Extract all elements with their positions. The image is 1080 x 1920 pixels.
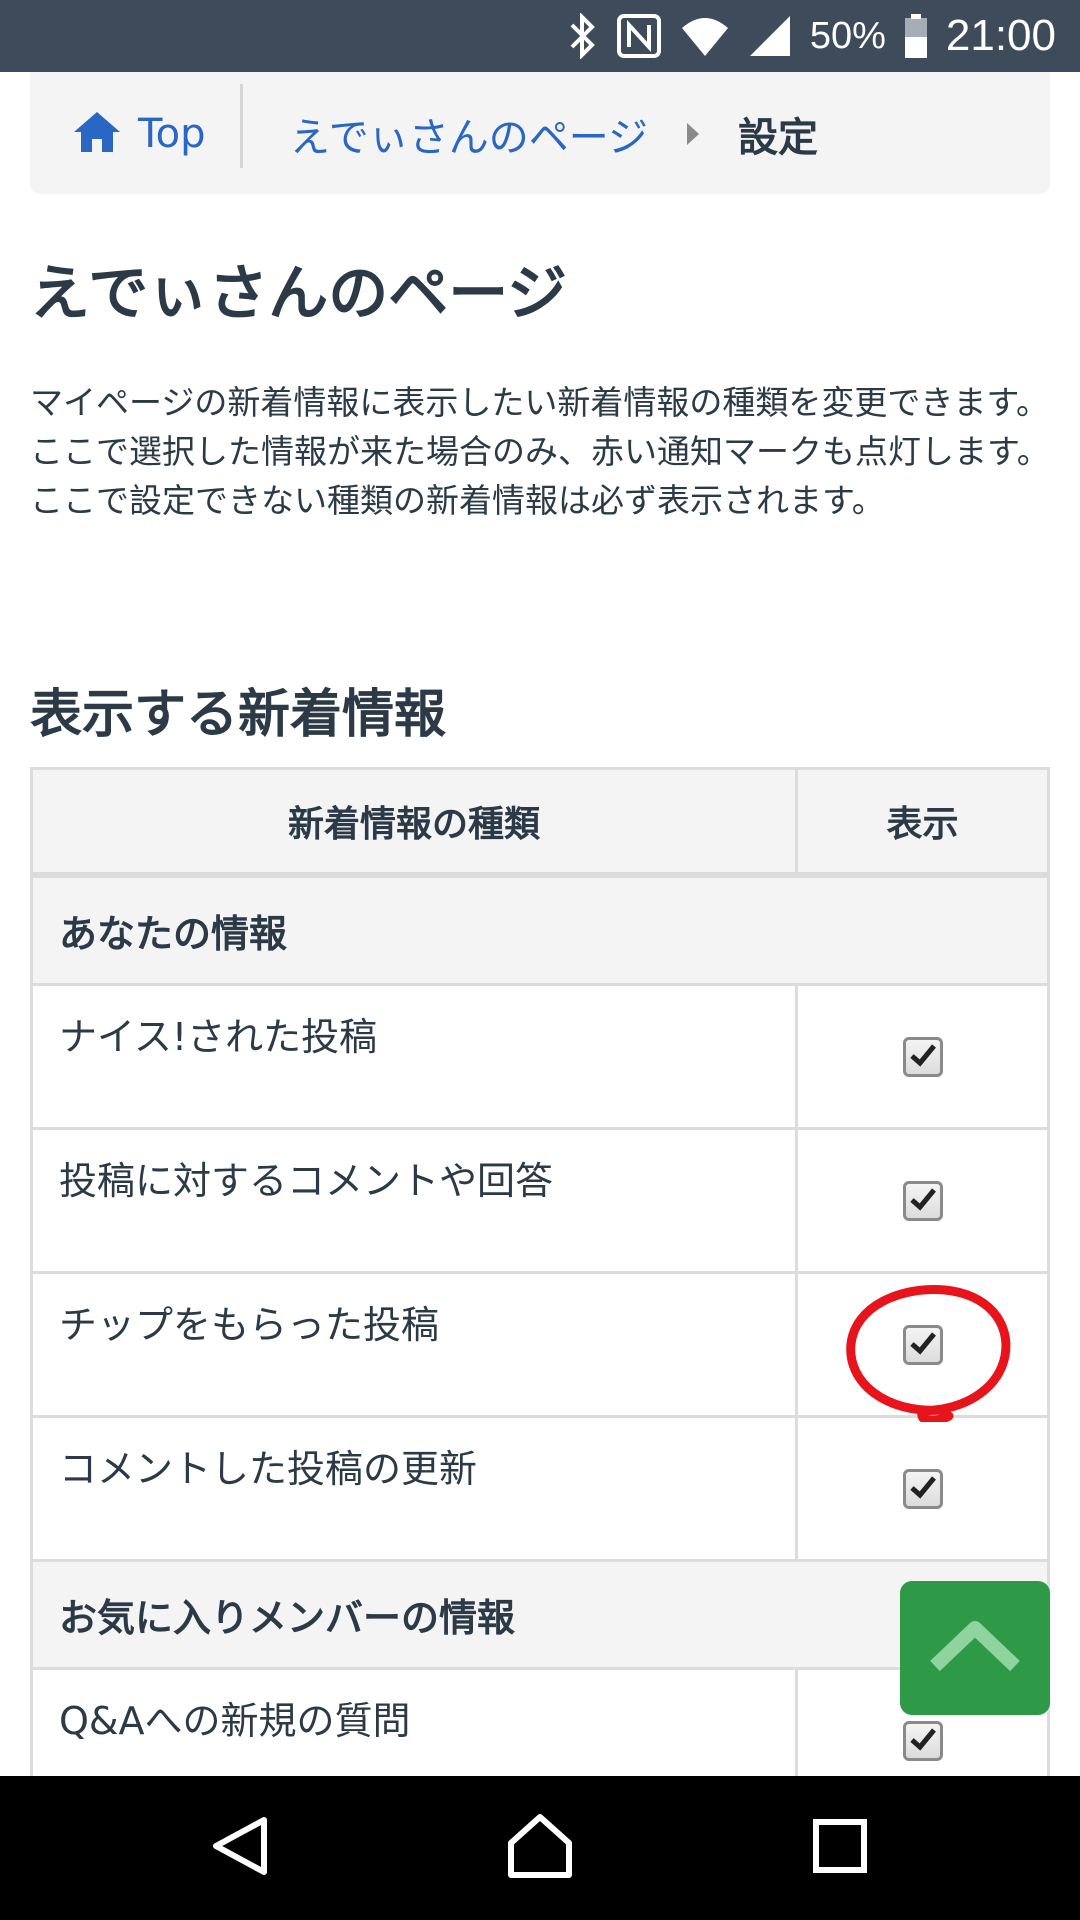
check-icon <box>909 1727 937 1755</box>
description-line: ここで選択した情報が来た場合のみ、赤い通知マークも点灯します。 <box>30 432 1050 471</box>
check-icon <box>909 1331 937 1359</box>
page-title: えでぃさんのページ <box>30 259 567 329</box>
breadcrumb: Top えでぃさんのページ 設定 <box>30 72 1050 194</box>
settings-table: 新着情報の種類 表示 あなたの情報 ナイス!された投稿 投稿に対するコメントや回… <box>30 767 1050 1814</box>
section-title: 表示する新着情報 <box>30 685 447 745</box>
status-bar: 50% 21:00 <box>0 0 1080 72</box>
description-line: ここで設定できない種類の新着情報は必ず表示されます。 <box>30 481 885 520</box>
row-label: コメントした投稿の更新 <box>33 1418 798 1559</box>
caret-right-icon <box>685 94 701 174</box>
recents-button[interactable] <box>770 1776 910 1920</box>
battery-level: 50% <box>809 14 886 57</box>
back-button[interactable] <box>170 1776 310 1920</box>
breadcrumb-current: 設定 <box>738 115 818 161</box>
checkbox[interactable] <box>902 1036 943 1077</box>
recents-icon <box>812 1818 868 1878</box>
table-row: コメントした投稿の更新 <box>33 1418 1047 1562</box>
navigation-bar <box>0 1776 1080 1920</box>
battery-icon <box>904 13 928 59</box>
home-icon <box>72 110 122 158</box>
row-checkbox-cell <box>798 1274 1047 1415</box>
description-line: マイページの新着情報に表示したい新着情報の種類を変更できます。 <box>30 383 1050 422</box>
nfc-icon <box>616 13 662 59</box>
breadcrumb-divider <box>240 84 243 168</box>
clock: 21:00 <box>945 11 1056 60</box>
table-row: チップをもらった投稿 <box>33 1274 1047 1418</box>
check-icon <box>909 1475 937 1503</box>
row-checkbox-cell <box>798 986 1047 1127</box>
row-label: ナイス!された投稿 <box>33 986 798 1127</box>
breadcrumb-top-link[interactable]: Top <box>72 94 206 174</box>
bluetooth-icon <box>568 13 598 59</box>
checkbox[interactable] <box>902 1180 943 1221</box>
table-row: 投稿に対するコメントや回答 <box>33 1130 1047 1274</box>
checkbox[interactable] <box>902 1720 943 1761</box>
table-row: ナイス!された投稿 <box>33 986 1047 1130</box>
checkbox[interactable] <box>902 1324 943 1365</box>
check-icon <box>909 1043 937 1071</box>
home-nav-icon <box>507 1813 573 1883</box>
home-button[interactable] <box>470 1776 610 1920</box>
column-header-type: 新着情報の種類 <box>33 770 798 872</box>
breadcrumb-top-label: Top <box>138 111 206 157</box>
column-header-display: 表示 <box>886 804 959 845</box>
breadcrumb-user-page-link[interactable]: えでぃさんのページ <box>290 94 648 174</box>
checkbox[interactable] <box>902 1468 943 1509</box>
wifi-icon <box>680 14 730 58</box>
table-header: 新着情報の種類 表示 <box>33 770 1047 878</box>
signal-icon <box>748 14 792 58</box>
row-checkbox-cell <box>798 1130 1047 1271</box>
check-icon <box>909 1187 937 1215</box>
scroll-to-top-button[interactable] <box>900 1581 1050 1715</box>
chevron-up-icon <box>927 1616 1023 1680</box>
group-header: あなたの情報 <box>33 878 1047 986</box>
row-checkbox-cell <box>798 1418 1047 1559</box>
row-label: チップをもらった投稿 <box>33 1274 798 1415</box>
description: マイページの新着情報に表示したい新着情報の種類を変更できます。 ここで選択した情… <box>30 378 1050 525</box>
row-label: 投稿に対するコメントや回答 <box>33 1130 798 1271</box>
back-icon <box>208 1814 272 1882</box>
group-header: お気に入りメンバーの情報 <box>33 1562 1047 1670</box>
